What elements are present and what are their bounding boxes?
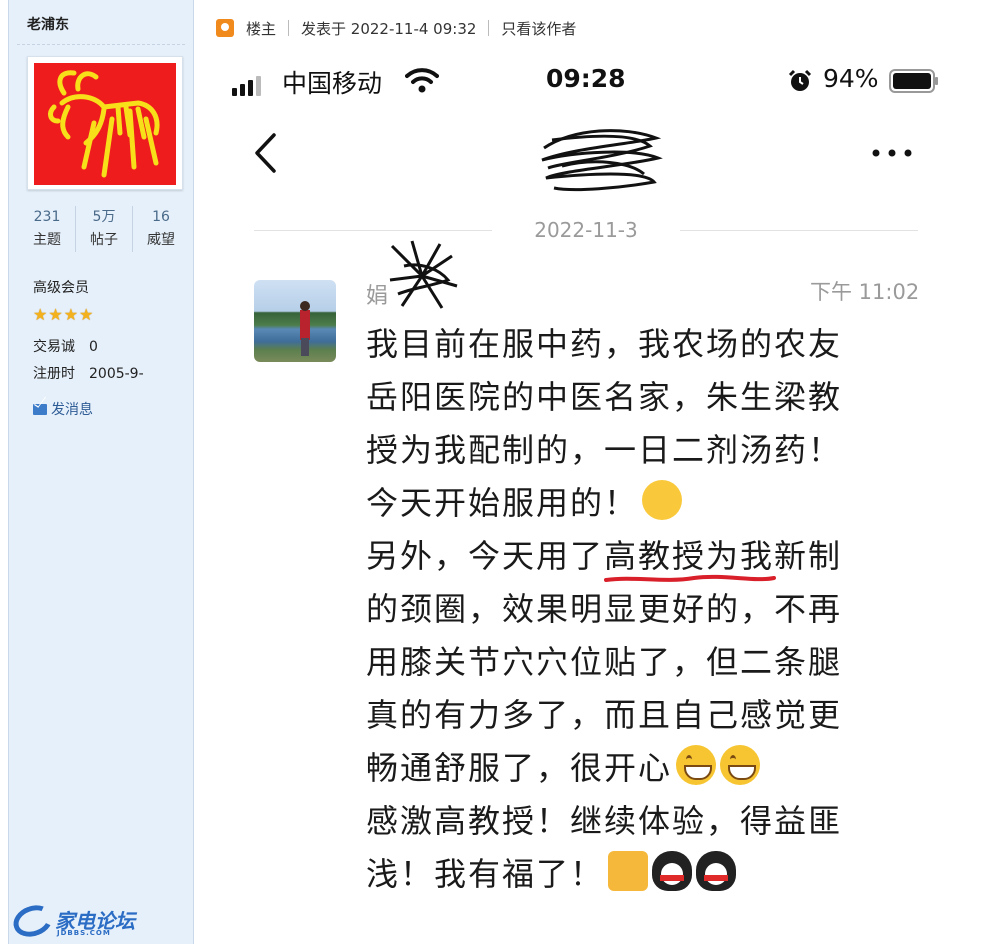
message-line: 我目前在服中药，我农场的农友 xyxy=(366,325,843,363)
stat-posts[interactable]: 5万 帖子 xyxy=(76,206,133,252)
alarm-icon xyxy=(788,69,812,91)
post-image-phone-screenshot[interactable]: 中国移动 09:28 94% 2022-11-3 娟 下午 11:02 我目前在… xyxy=(196,48,999,944)
message-line: 用膝关节穴穴位贴了，但二条腿 xyxy=(366,643,843,681)
message-line: 真的有力多了，而且自己感觉更 xyxy=(366,696,843,734)
message-line: 感激高教授！继续体验，得益匪 xyxy=(366,802,843,840)
carrier-name: 中国移动 xyxy=(282,69,383,98)
sidebar-divider xyxy=(17,44,185,45)
post-header: 楼主 发表于 2022-11-4 09:32 只看该作者 xyxy=(216,16,576,40)
rank-stars: ★ ★ ★ ★ xyxy=(33,306,93,324)
posted-time: 发表于 2022-11-4 09:32 xyxy=(301,19,477,38)
message-line: 岳阳医院的中医名家，朱生梁教 xyxy=(366,378,843,416)
thread-owner-label: 楼主 xyxy=(246,19,277,38)
star-icon: ★ xyxy=(48,305,63,324)
author-avatar[interactable] xyxy=(27,56,183,190)
sender-avatar[interactable] xyxy=(254,280,336,362)
header-separator xyxy=(288,20,290,36)
register-time-label: 注册时 xyxy=(33,366,75,382)
trade-credit-label: 交易诚 xyxy=(33,339,75,355)
more-icon[interactable] xyxy=(870,148,914,158)
redacted-chat-title xyxy=(541,129,663,192)
site-logo-mark xyxy=(9,900,57,942)
message-line: 畅通舒服了，很开心 xyxy=(366,749,673,787)
message-time: 下午 11:02 xyxy=(810,280,920,304)
penguin-emoji-icon xyxy=(696,851,737,891)
send-message-label: 发消息 xyxy=(51,402,93,418)
stat-prestige-label: 威望 xyxy=(147,232,175,248)
message-text: 我目前在服中药，我农场的农友 岳阳医院的中医名家，朱生梁教 授为我配制的，一日二… xyxy=(366,318,926,901)
message-line-with-emoji: 畅通舒服了，很开心 xyxy=(366,742,926,795)
trade-credit-row: 交易诚 0 xyxy=(33,336,98,356)
thumbs-up-emoji-icon xyxy=(608,851,649,891)
member-level[interactable]: 高级会员 xyxy=(33,277,89,297)
stat-prestige-value: 16 xyxy=(152,209,170,225)
message-line: 今天开始服用的！ xyxy=(366,484,639,522)
grin-emoji-icon xyxy=(676,745,717,785)
message-line: 浅！我有福了！ xyxy=(366,855,605,893)
grin-emoji-icon xyxy=(720,745,761,785)
message-line: 的颈圈，效果明显更好的，不再 xyxy=(366,590,843,628)
bull-logo-image xyxy=(34,63,176,185)
back-icon[interactable] xyxy=(252,132,280,174)
stat-threads[interactable]: 231 主题 xyxy=(19,206,76,252)
site-watermark-logo: 家电论坛 JDBBS.COM xyxy=(9,900,135,942)
message-line-with-emoji: 浅！我有福了！ xyxy=(366,848,926,901)
red-underline-annotation xyxy=(604,574,776,582)
forum-post-page: 老浦东 231 主题 5万 帖子 16 威望 高级会员 ★ ★ ★ ★ 交易诚 … xyxy=(0,0,999,944)
message-line: 授为我配制的，一日二剂汤药！ xyxy=(366,431,843,469)
battery-percent: 94% xyxy=(823,64,879,93)
author-stats: 231 主题 5万 帖子 16 威望 xyxy=(19,206,189,252)
stat-posts-value: 5万 xyxy=(92,209,116,225)
status-time: 09:28 xyxy=(546,64,626,93)
star-icon: ★ xyxy=(79,305,94,324)
message-line-with-emoji: 今天开始服用的！ xyxy=(366,477,926,530)
register-time-row: 注册时 2005-9- xyxy=(33,363,144,383)
star-icon: ★ xyxy=(63,305,79,324)
wifi-icon xyxy=(405,68,439,93)
battery-icon xyxy=(889,69,938,93)
site-domain: JDBBS.COM xyxy=(57,929,111,937)
trade-credit-value: 0 xyxy=(89,339,98,355)
phone-status-bar: 中国移动 09:28 94% xyxy=(196,64,999,98)
author-sidebar: 老浦东 231 主题 5万 帖子 16 威望 高级会员 ★ ★ ★ ★ 交易诚 … xyxy=(8,0,194,944)
stat-threads-value: 231 xyxy=(33,209,61,225)
mail-icon xyxy=(33,403,47,415)
stat-prestige[interactable]: 16 威望 xyxy=(133,206,189,252)
penguin-emoji-icon xyxy=(652,851,693,891)
only-author-link[interactable]: 只看该作者 xyxy=(501,18,576,39)
author-username[interactable]: 老浦东 xyxy=(27,14,69,34)
signal-icon xyxy=(232,76,261,96)
hug-emoji-icon xyxy=(642,480,683,520)
chat-date-divider: 2022-11-3 xyxy=(254,216,918,244)
send-message-link[interactable]: 发消息 xyxy=(33,399,93,419)
redacted-sender-name xyxy=(389,240,458,309)
header-separator xyxy=(488,20,490,36)
stat-posts-label: 帖子 xyxy=(90,232,118,248)
chat-navbar xyxy=(196,118,999,192)
star-icon: ★ xyxy=(33,305,48,324)
register-time-value: 2005-9- xyxy=(89,366,144,382)
owner-icon xyxy=(216,19,234,37)
stat-threads-label: 主题 xyxy=(33,232,61,248)
